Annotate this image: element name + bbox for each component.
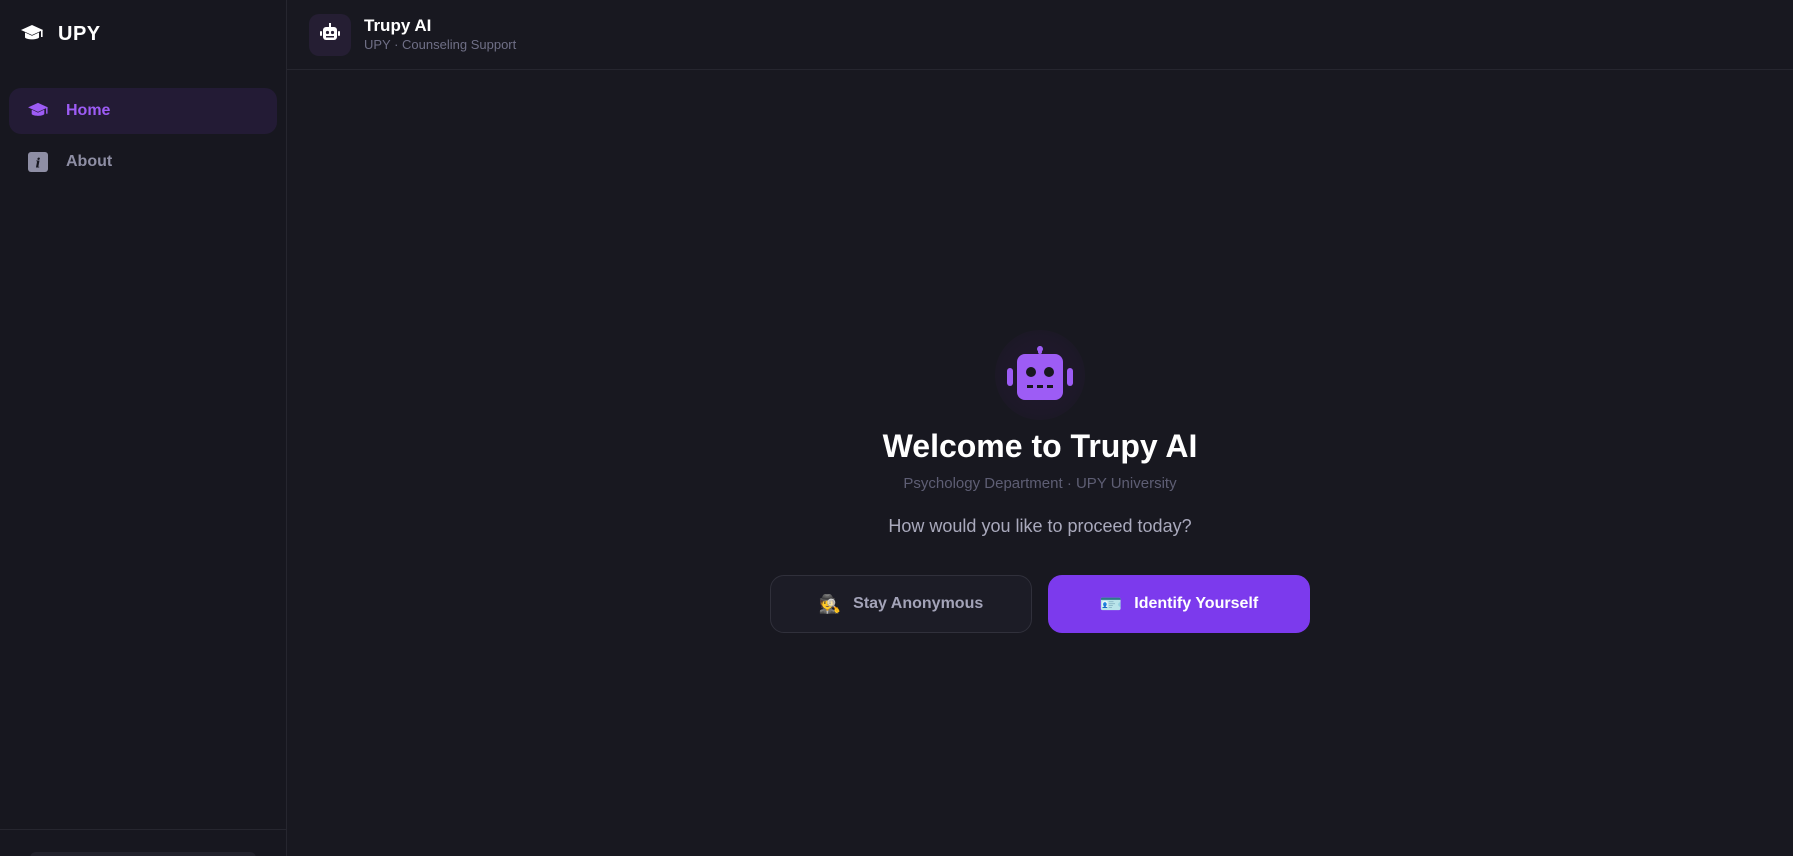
- svg-text:i: i: [36, 157, 41, 172]
- sidebar-item-home[interactable]: Home: [9, 88, 277, 134]
- robot-icon: [1007, 345, 1073, 405]
- chat-subtitle: UPY · Counseling Support: [364, 37, 517, 52]
- robot-icon: [320, 23, 340, 46]
- header-titles: Trupy AI UPY · Counseling Support: [364, 15, 516, 54]
- chat-title: Trupy AI: [364, 16, 432, 35]
- welcome-subtitle: Psychology Department · UPY University: [903, 475, 1177, 492]
- app-root: UPY Home i About Trupy AI UPY · Counseli…: [0, 0, 1793, 856]
- welcome-title: Welcome to Trupy AI: [882, 428, 1198, 464]
- identify-yourself-label: Identify Yourself: [1134, 595, 1259, 612]
- graduation-cap-icon: [26, 100, 50, 122]
- id-card-icon: 🪪: [1099, 593, 1123, 615]
- welcome-avatar: [995, 330, 1085, 420]
- graduation-cap-icon: [20, 23, 46, 45]
- sidebar-item-about[interactable]: i About: [9, 139, 277, 185]
- sidebar-item-label: Home: [66, 102, 111, 119]
- main-content: Trupy AI UPY · Counseling Support Welcom…: [287, 0, 1793, 856]
- brand-name: UPY: [58, 22, 101, 45]
- stay-anonymous-button[interactable]: 🕵️ Stay Anonymous: [770, 575, 1032, 633]
- welcome-prompt: How would you like to proceed today?: [888, 516, 1192, 536]
- stay-anonymous-label: Stay Anonymous: [853, 595, 984, 612]
- sidebar-nav: Home i About: [0, 68, 286, 185]
- info-icon: i: [26, 151, 50, 173]
- detective-icon: 🕵️: [818, 593, 842, 615]
- sidebar-footer-element[interactable]: [30, 852, 256, 856]
- sidebar-footer: [0, 829, 286, 856]
- chat-header: Trupy AI UPY · Counseling Support: [287, 0, 1793, 70]
- welcome-actions: 🕵️ Stay Anonymous 🪪 Identify Yourself: [770, 575, 1310, 633]
- header-avatar: [309, 13, 351, 56]
- brand[interactable]: UPY: [0, 0, 286, 68]
- sidebar: UPY Home i About: [0, 0, 287, 856]
- identify-yourself-button[interactable]: 🪪 Identify Yourself: [1048, 575, 1310, 633]
- sidebar-item-label: About: [66, 153, 113, 170]
- welcome-panel: Welcome to Trupy AI Psychology Departmen…: [287, 330, 1793, 633]
